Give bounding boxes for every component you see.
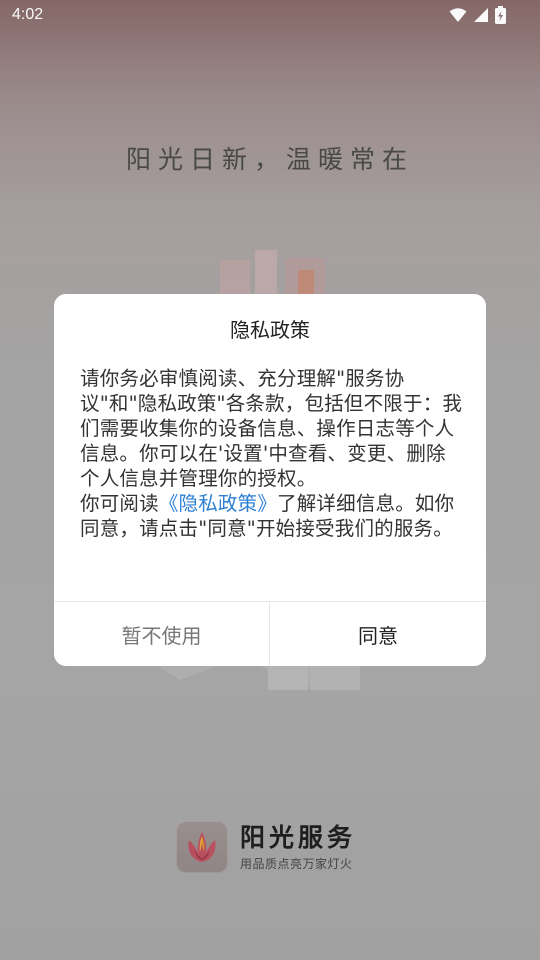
brand-tagline: 用品质点亮万家灯火: [240, 856, 353, 871]
brand-footer: 阳光服务 用品质点亮万家灯火: [176, 820, 356, 874]
decline-button[interactable]: 暂不使用: [54, 602, 269, 666]
privacy-policy-dialog: 隐私政策 请你务必审慎阅读、充分理解"服务协议"和"隐私政策"各条款，包括但不限…: [54, 294, 486, 666]
dialog-body-text: 请你务必审慎阅读、充分理解"服务协议"和"隐私政策"各条款，包括但不限于：我们需…: [80, 367, 463, 490]
dialog-title: 隐私政策: [230, 318, 310, 342]
brand-name: 阳光服务: [240, 822, 357, 852]
dialog-body: 请你务必审慎阅读、充分理解"服务协议"和"隐私政策"各条款，包括但不限于：我们需…: [80, 366, 464, 541]
brand-text: 阳光服务 用品质点亮万家灯火: [240, 823, 356, 872]
dialog-body-read-prefix: 你可阅读: [80, 492, 159, 515]
agree-button[interactable]: 同意: [270, 602, 486, 666]
tulip-logo-icon: [188, 832, 216, 862]
brand-logo: [176, 821, 228, 873]
privacy-policy-link[interactable]: 《隐私政策》: [159, 492, 277, 515]
